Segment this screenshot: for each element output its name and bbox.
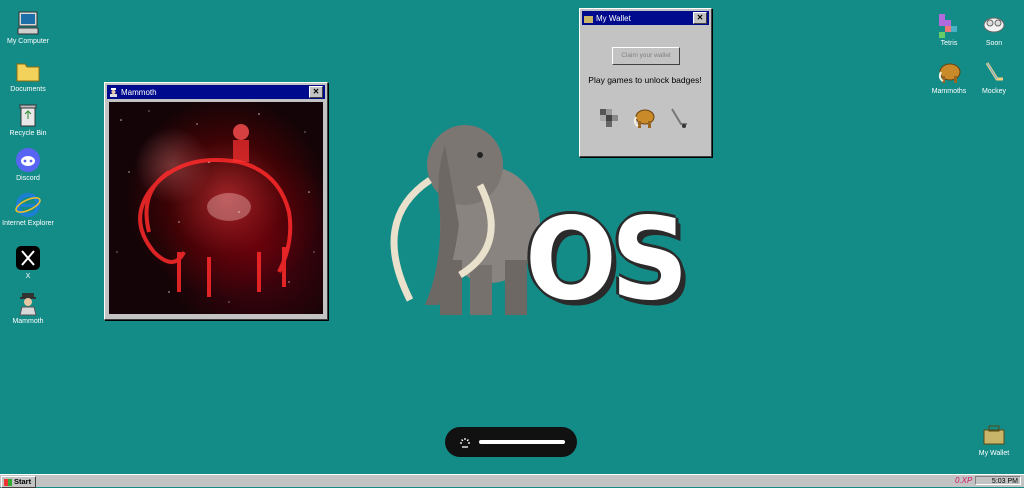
tetris-icon <box>936 12 962 38</box>
loading-spinner-icon <box>459 436 471 448</box>
brand-text: 0.XP <box>955 476 973 485</box>
desktop-icon-my-wallet[interactable]: My Wallet <box>966 422 1022 458</box>
computer-icon <box>15 10 41 36</box>
desktop-icon-label: Soon <box>985 40 1003 47</box>
agent-icon <box>109 87 118 97</box>
discord-icon <box>15 147 41 173</box>
mammoth-window[interactable]: Mammoth ✕ <box>104 82 328 320</box>
clock: 5:03 PM <box>991 478 1018 485</box>
hockey-badge-icon[interactable] <box>666 107 690 129</box>
close-button[interactable]: ✕ <box>309 86 323 98</box>
wallet-icon <box>981 422 1007 448</box>
wallet-window[interactable]: My Wallet ✕ Claim your wallet Play games… <box>579 8 712 157</box>
desktop-icon-label: My Computer <box>6 38 49 45</box>
system-tray[interactable]: 5:03 PM <box>975 476 1021 485</box>
recycle-bin-icon <box>15 102 41 128</box>
window-title: Mammoth <box>121 87 157 97</box>
windows-flag-icon <box>4 478 12 486</box>
mammoth-icon <box>936 60 962 86</box>
desktop-icon-discord[interactable]: Discord <box>0 147 56 183</box>
mammoth-badge-icon[interactable] <box>632 107 656 129</box>
desktop-icon-label: Mockey <box>981 88 1007 95</box>
soon-icon <box>981 12 1007 38</box>
desktop-icon-label: Mammoth <box>12 318 44 325</box>
desktop-icon-mockey[interactable]: Mockey <box>966 60 1022 96</box>
internet-explorer-icon <box>15 192 41 218</box>
hockey-stick-icon <box>981 60 1007 86</box>
desktop-icon-label: Internet Explorer <box>2 220 54 227</box>
wallet-icon <box>584 14 593 23</box>
window-titlebar[interactable]: My Wallet ✕ <box>582 11 709 25</box>
loading-bar <box>479 440 565 444</box>
loading-pill <box>445 427 577 457</box>
desktop-icon-x[interactable]: X <box>0 245 56 281</box>
wallet-message: Play games to unlock badges! <box>588 75 702 85</box>
desktop-icon-label: Recycle Bin <box>9 130 47 137</box>
folder-icon <box>15 58 41 84</box>
agent-icon <box>15 290 41 316</box>
claim-wallet-button[interactable]: Claim your wallet <box>612 47 680 65</box>
tetris-badge-icon[interactable] <box>598 107 622 129</box>
window-title: My Wallet <box>596 13 631 23</box>
start-button[interactable]: Start <box>1 476 37 488</box>
mammoth-galaxy-image <box>109 102 323 314</box>
desktop-icon-documents[interactable]: Documents <box>0 58 56 94</box>
desktop-icon-label: X <box>25 273 31 280</box>
mammoth-logo-graphic <box>370 110 540 320</box>
desktop-icon-mammoth[interactable]: Mammoth <box>0 290 56 326</box>
badge-list <box>598 107 690 129</box>
desktop-icon-my-computer[interactable]: My Computer <box>0 10 56 46</box>
desktop-icon-recycle-bin[interactable]: Recycle Bin <box>0 102 56 138</box>
taskbar: Start 0.XP 5:03 PM <box>0 474 1024 488</box>
desktop-icon-label: Discord <box>16 175 40 182</box>
desktop-icon-label: My Wallet <box>978 450 1010 457</box>
desktop-icon-label: Documents <box>10 86 46 93</box>
close-button[interactable]: ✕ <box>693 12 707 24</box>
os-logo-text: OS <box>525 194 689 326</box>
window-titlebar[interactable]: Mammoth ✕ <box>107 85 325 99</box>
desktop-icon-soon[interactable]: Soon <box>966 12 1022 48</box>
x-logo-icon <box>15 245 41 271</box>
desktop-icon-internet-explorer[interactable]: Internet Explorer <box>0 192 56 228</box>
